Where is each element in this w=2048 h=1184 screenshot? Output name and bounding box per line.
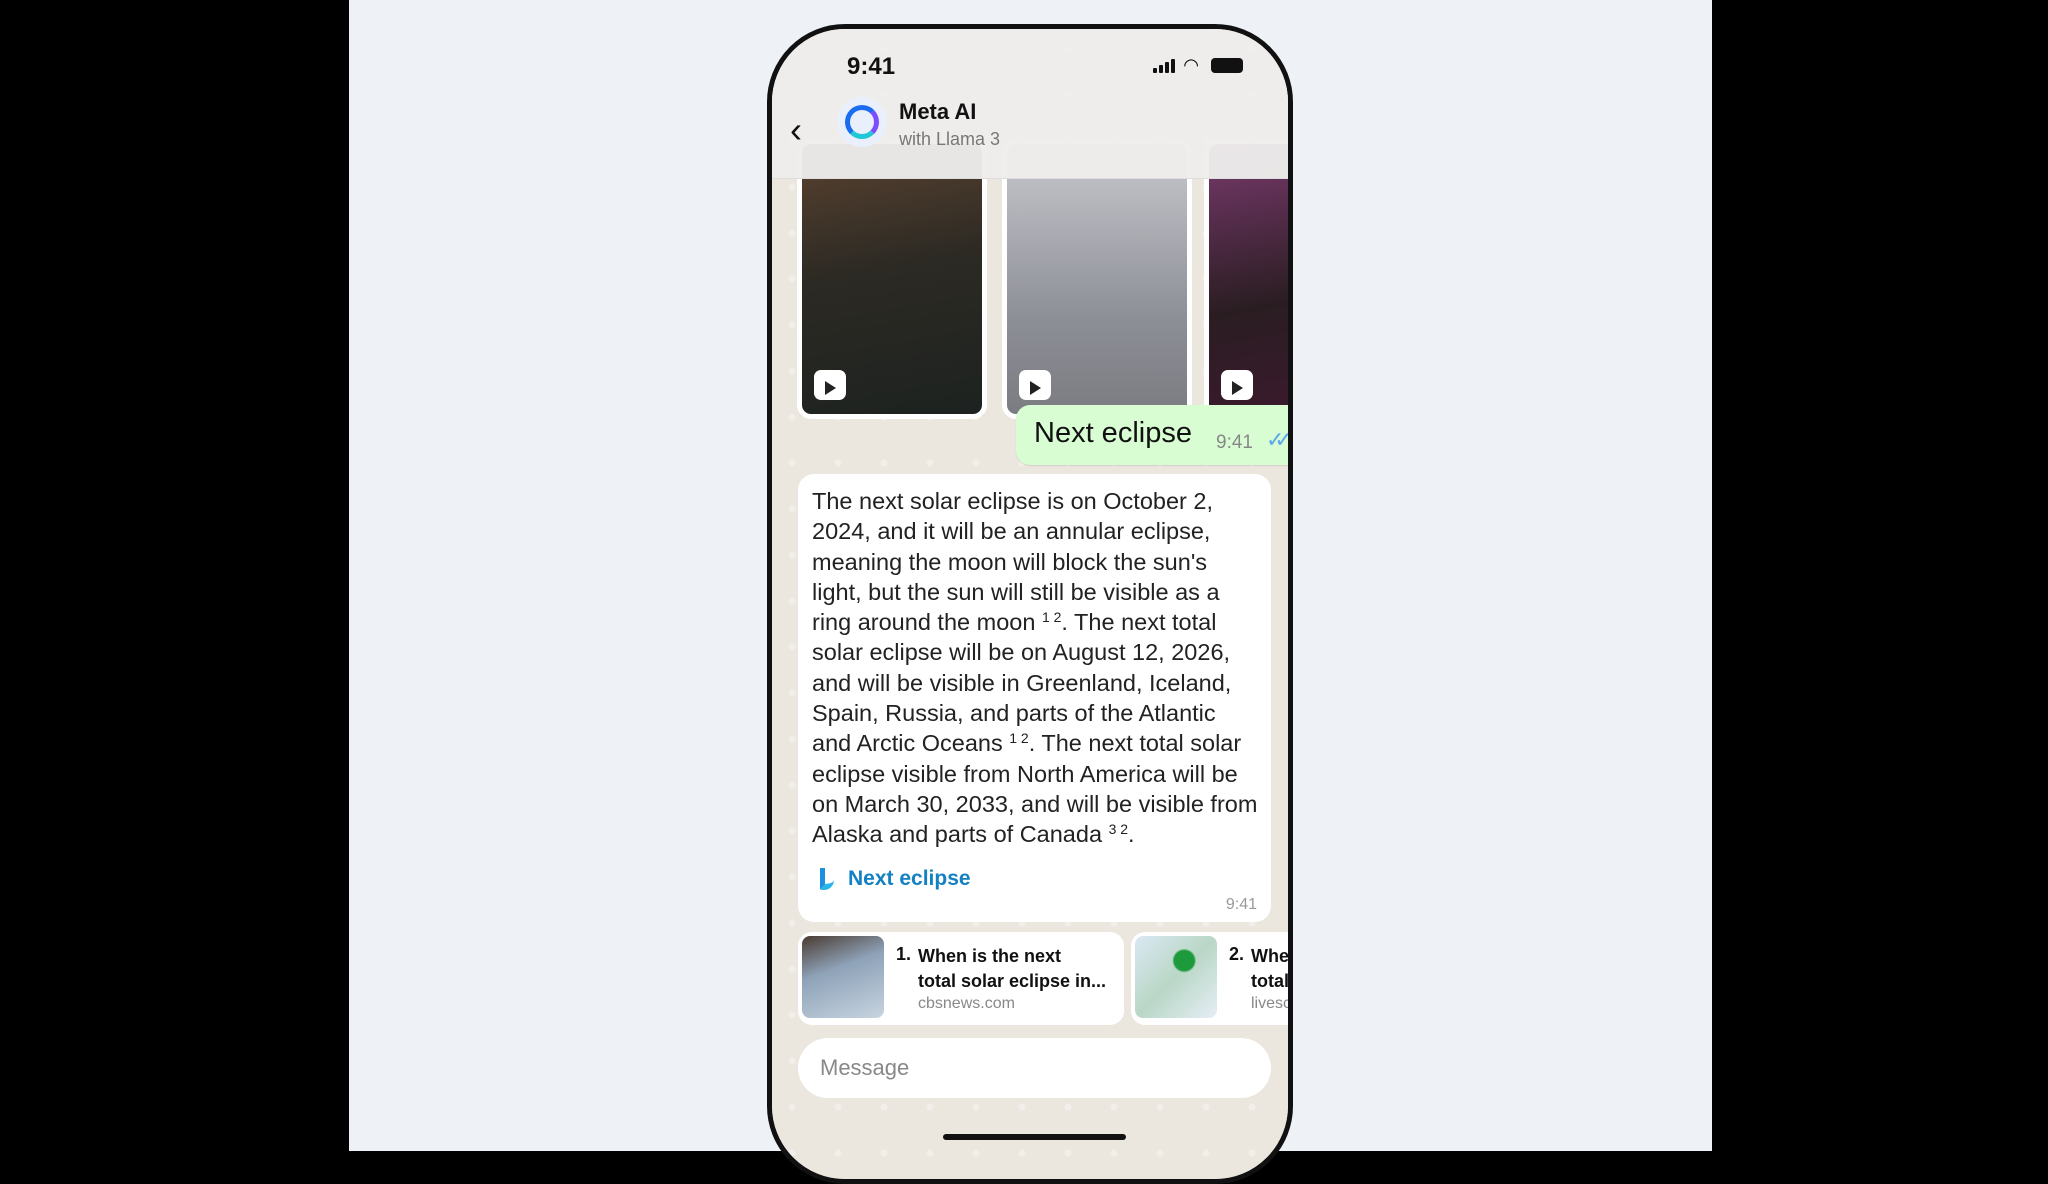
source-card[interactable]: 2. Whentotal livesc — [1131, 932, 1292, 1025]
bing-icon — [820, 868, 834, 890]
citation[interactable]: 3 2 — [1109, 821, 1128, 837]
home-indicator[interactable] — [943, 1134, 1126, 1140]
chat-subtitle: with Llama 3 — [899, 129, 1001, 149]
header: 9:41 ◠ ‹ Meta AI with Llama 3 — [772, 29, 1288, 179]
double-check-icon: ✓✓ — [1266, 427, 1288, 452]
sent-message-time: 9:41 — [1216, 432, 1253, 453]
sent-message-text: Next eclipse — [1034, 417, 1192, 449]
sent-message-bubble[interactable]: Next eclipse 9:41 ✓✓ — [1016, 405, 1288, 465]
search-link-label: Next eclipse — [848, 867, 971, 890]
chat-title[interactable]: Meta AI — [899, 99, 976, 125]
citation[interactable]: 1 2 — [1009, 730, 1028, 746]
search-link[interactable]: Next eclipse — [820, 867, 971, 891]
wifi-icon: ◠ — [1183, 55, 1199, 75]
source-card[interactable]: 1. When is the next total solar eclipse i… — [798, 932, 1124, 1025]
source-domain: cbsnews.com — [918, 995, 1015, 1012]
reels-icon — [814, 370, 846, 400]
reels-icon — [1019, 370, 1051, 400]
source-title: Whentotal — [1251, 946, 1289, 991]
citation[interactable]: 1 2 — [1042, 609, 1061, 625]
source-domain: livesc — [1251, 995, 1292, 1012]
back-button[interactable]: ‹ — [790, 109, 802, 151]
meta-ai-avatar[interactable] — [837, 97, 887, 147]
reel-card-alley[interactable] — [797, 139, 987, 419]
message-input[interactable]: Message — [798, 1038, 1271, 1098]
source-thumbnail — [1135, 936, 1217, 1018]
reel-card-arcade[interactable] — [1204, 139, 1288, 419]
status-time: 9:41 — [847, 53, 896, 80]
source-title: When is the next total solar eclipse in..… — [918, 946, 1107, 991]
status-icons: ◠ — [1153, 55, 1243, 75]
source-thumbnail — [802, 936, 884, 1018]
ai-message-time: 9:41 — [1225, 896, 1257, 913]
meta-ai-ring-icon — [845, 105, 879, 139]
signal-icon — [1153, 59, 1176, 73]
reels-icon — [1221, 370, 1253, 400]
battery-icon — [1211, 58, 1243, 73]
reel-card-train[interactable] — [1002, 139, 1192, 419]
phone-frame: 9:41 ◠ ‹ Meta AI with Llama 3 Next eclip… — [767, 24, 1293, 1184]
ai-message-bubble[interactable]: The next solar eclipse is on October 2, … — [798, 474, 1271, 922]
ai-message-text: The next solar eclipse is on October 2, … — [812, 488, 1258, 848]
